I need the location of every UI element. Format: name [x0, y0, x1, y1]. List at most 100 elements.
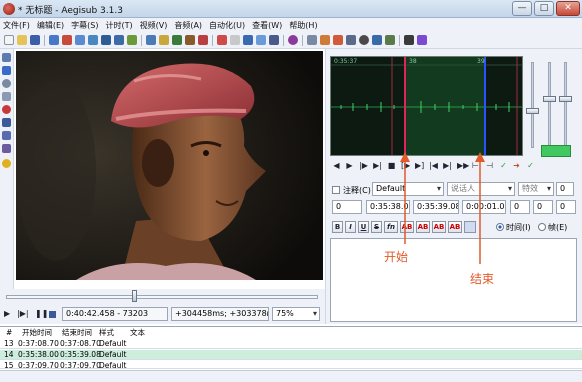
volume-slider[interactable]	[564, 62, 567, 148]
menu-file[interactable]: 文件(F)	[3, 20, 30, 31]
minimize-button[interactable]: —	[512, 1, 532, 16]
previous-line-icon[interactable]: ◀	[332, 161, 341, 170]
audio-time-label: 0:35:37	[334, 58, 357, 65]
audio-time-label: 39	[477, 58, 485, 65]
margin-left-field[interactable]: 0	[510, 200, 530, 214]
margin-vert-field[interactable]: 0	[556, 200, 576, 214]
tool-icon[interactable]	[75, 35, 85, 45]
properties-icon[interactable]	[127, 35, 137, 45]
play-selection-icon[interactable]: |▶	[359, 161, 368, 170]
link-volume-toggle[interactable]	[541, 145, 571, 157]
video-offset-field[interactable]: +304458ms; +303378ms	[171, 307, 269, 321]
timer-icon[interactable]	[359, 35, 369, 45]
snap-icon[interactable]	[320, 35, 330, 45]
menu-help[interactable]: 帮助(H)	[289, 20, 317, 31]
menu-automation[interactable]: 自动化(U)	[209, 20, 245, 31]
next-line-icon[interactable]: ▶	[345, 161, 354, 170]
translation-icon[interactable]	[230, 35, 240, 45]
automation-icon[interactable]	[217, 35, 227, 45]
select-icon[interactable]	[88, 35, 98, 45]
fonts-collector-icon[interactable]	[185, 35, 195, 45]
grid-header-text: 文本	[130, 328, 145, 337]
table-row-selected[interactable]: 14 0:35:38.00 0:35:39.08 Default	[0, 350, 582, 360]
grid-jump-icon[interactable]	[307, 35, 317, 45]
vertical-zoom-slider[interactable]	[548, 62, 551, 148]
spacer-icon[interactable]	[114, 35, 124, 45]
play-line-icon[interactable]: |▶|	[17, 309, 29, 318]
play-icon[interactable]: ▶	[4, 309, 10, 318]
menu-edit[interactable]: 编辑(E)	[37, 20, 64, 31]
shift-times-icon[interactable]	[146, 35, 156, 45]
grid-horizontal-scrollbar[interactable]	[0, 370, 582, 382]
find-icon[interactable]	[256, 35, 266, 45]
seek-track[interactable]	[6, 295, 318, 299]
menu-view[interactable]: 查看(W)	[252, 20, 282, 31]
frame-radio[interactable]	[538, 223, 546, 231]
clip-tool-icon[interactable]	[2, 118, 11, 127]
waveform-display: 0:35:37 38 39	[331, 57, 522, 155]
vector-clip-icon[interactable]	[2, 131, 11, 140]
scale-tool-icon[interactable]	[2, 105, 11, 114]
subtool-icon[interactable]	[2, 144, 11, 153]
people-icon[interactable]	[101, 35, 111, 45]
italic-button[interactable]: I	[345, 221, 356, 233]
help-icon[interactable]	[2, 159, 11, 168]
menu-subtitle[interactable]: 字幕(S)	[71, 20, 98, 31]
table-row[interactable]: 13 0:37:08.70 0:37:08.70 Default	[0, 339, 582, 349]
spellcheck-icon[interactable]	[243, 35, 253, 45]
horizontal-zoom-thumb[interactable]	[526, 108, 539, 114]
rotate-xy-icon[interactable]	[2, 92, 11, 101]
audio-waveform[interactable]: 0:35:37 38 39	[330, 56, 523, 156]
rotate-z-icon[interactable]	[2, 79, 11, 88]
vertical-zoom-thumb[interactable]	[543, 96, 556, 102]
time-radio[interactable]	[496, 223, 504, 231]
menu-timing[interactable]: 计时(T)	[105, 20, 132, 31]
select-visible-icon[interactable]	[346, 35, 356, 45]
margin-right-field[interactable]: 0	[533, 200, 553, 214]
zoom-select[interactable]: 75%	[272, 307, 320, 321]
pause-icon[interactable]: ❚❚	[35, 309, 48, 318]
resample-icon[interactable]	[198, 35, 208, 45]
replace-icon[interactable]	[269, 35, 279, 45]
frame-radio-label: 帧(E)	[548, 223, 568, 232]
effect-field[interactable]: 特效	[518, 182, 554, 196]
close-button[interactable]: ✕	[556, 1, 580, 16]
open-folder-icon[interactable]	[17, 35, 27, 45]
commit-icon[interactable]: ✓	[499, 161, 508, 170]
pointer-tool-icon[interactable]	[2, 53, 11, 62]
tools-icon[interactable]	[404, 35, 414, 45]
styles-manager-icon[interactable]	[159, 35, 169, 45]
styling-assistant-icon[interactable]	[172, 35, 182, 45]
menu-audio[interactable]: 音频(A)	[174, 20, 202, 31]
maximize-button[interactable]: □	[534, 1, 554, 16]
horizontal-zoom-slider[interactable]	[531, 62, 534, 148]
kanji-timer-icon[interactable]	[372, 35, 382, 45]
seek-thumb[interactable]	[132, 290, 137, 302]
hide-tags-icon[interactable]	[417, 35, 427, 45]
comment-checkbox[interactable]	[332, 186, 340, 194]
autoscroll-icon[interactable]	[49, 311, 56, 318]
pin-icon[interactable]	[62, 35, 72, 45]
menu-video[interactable]: 视频(V)	[140, 20, 168, 31]
row-num: 14	[4, 350, 14, 359]
grid-header-start: 开始时间	[22, 328, 52, 337]
table-row[interactable]: 15 0:37:09.70 0:37:09.70 Default	[0, 361, 582, 369]
arrow-right-icon[interactable]	[333, 35, 343, 45]
save-icon[interactable]	[30, 35, 40, 45]
goto-icon[interactable]: ➜	[512, 161, 521, 170]
video-display[interactable]	[16, 51, 323, 280]
audio-time-label: 38	[409, 58, 417, 65]
drag-tool-icon[interactable]	[2, 66, 11, 75]
video-time-field[interactable]: 0:40:42.458 - 73203	[62, 307, 168, 321]
layer-spin[interactable]: 0	[556, 182, 574, 196]
tag-toggle-icon[interactable]	[385, 35, 395, 45]
grid-header-style: 样式	[99, 328, 114, 337]
options-icon[interactable]	[288, 35, 298, 45]
bold-button[interactable]: B	[332, 221, 343, 233]
jump-icon[interactable]	[49, 35, 59, 45]
underline-button[interactable]: U	[358, 221, 369, 233]
volume-thumb[interactable]	[559, 96, 572, 102]
new-file-icon[interactable]	[4, 35, 14, 45]
layer-field[interactable]: 0	[332, 200, 362, 214]
auto-commit-icon[interactable]: ✓	[526, 161, 535, 170]
